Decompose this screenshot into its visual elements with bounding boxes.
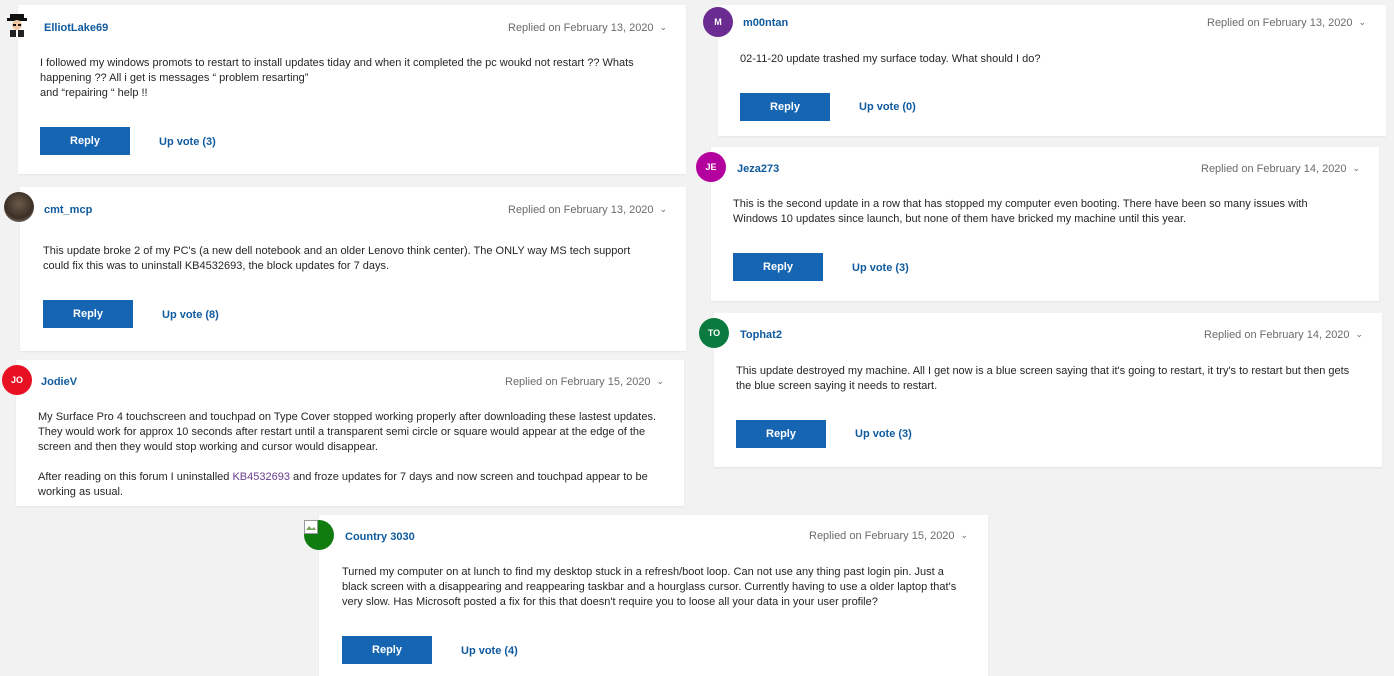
- reply-button[interactable]: Reply: [43, 300, 133, 328]
- post-body-line: 02-11-20 update trashed my surface today…: [740, 53, 1041, 65]
- avatar: M: [703, 7, 733, 37]
- avatar: [5, 12, 29, 38]
- avatar: [4, 192, 34, 222]
- username[interactable]: cmt_mcp: [44, 204, 92, 216]
- post-body: Turned my computer on at lunch to find m…: [342, 565, 970, 610]
- post-card-tophat2: TO Tophat2 Replied on February 14, 2020 ⌄…: [699, 313, 1382, 467]
- upvote-link[interactable]: Up vote (8): [162, 309, 219, 321]
- reply-button[interactable]: Reply: [736, 420, 826, 448]
- avatar: JE: [696, 152, 726, 182]
- chevron-down-icon: ⌄: [1352, 163, 1361, 173]
- replied-date-text: Replied on February 13, 2020: [508, 22, 654, 34]
- post-card-cmt-mcp: cmt_mcp Replied on February 13, 2020 ⌄ Th…: [4, 187, 686, 351]
- post-body: 02-11-20 update trashed my surface today…: [740, 52, 1360, 67]
- replied-date-text: Replied on February 13, 2020: [1207, 17, 1353, 29]
- post-body-line-2: After reading on this forum I uninstalle…: [38, 470, 658, 500]
- username[interactable]: ElliotLake69: [44, 22, 108, 34]
- replied-date-text: Replied on February 15, 2020: [809, 530, 955, 542]
- reply-button[interactable]: Reply: [733, 253, 823, 281]
- post-body: This is the second update in a row that …: [733, 197, 1353, 227]
- chevron-down-icon: ⌄: [659, 22, 668, 32]
- replied-date[interactable]: Replied on February 15, 2020 ⌄: [505, 376, 664, 388]
- post-card-country-3030: Country 3030 Replied on February 15, 202…: [304, 515, 988, 676]
- body-text-pre: After reading on this forum I uninstalle…: [38, 471, 233, 483]
- broken-image-icon: [304, 520, 318, 534]
- reply-button[interactable]: Reply: [342, 636, 432, 664]
- post-card-m00ntan: M m00ntan Replied on February 13, 2020 ⌄ …: [703, 5, 1386, 136]
- user-avatar-icon: [7, 14, 27, 37]
- replied-date-text: Replied on February 14, 2020: [1201, 163, 1347, 175]
- replied-date[interactable]: Replied on February 13, 2020 ⌄: [508, 204, 667, 216]
- post-body: I followed my windows promots to restart…: [40, 56, 670, 101]
- upvote-link[interactable]: Up vote (3): [159, 136, 216, 148]
- post-body-line: and “repairing “ help !!: [40, 87, 148, 99]
- post-body: My Surface Pro 4 touchscreen and touchpa…: [38, 410, 658, 500]
- post-body-line: This update destroyed my machine. All I …: [736, 365, 1350, 392]
- username[interactable]: JodieV: [41, 376, 77, 388]
- username[interactable]: m00ntan: [743, 17, 788, 29]
- post-body-line: I followed my windows promots to restart…: [40, 57, 634, 84]
- username[interactable]: Jeza273: [737, 163, 779, 175]
- replied-date-text: Replied on February 14, 2020: [1204, 329, 1350, 341]
- post-card-jeza273: JE Jeza273 Replied on February 14, 2020 ⌄…: [696, 147, 1379, 301]
- replied-date[interactable]: Replied on February 13, 2020 ⌄: [508, 22, 667, 34]
- upvote-link[interactable]: Up vote (3): [855, 428, 912, 440]
- reply-button[interactable]: Reply: [740, 93, 830, 121]
- post-body: This update destroyed my machine. All I …: [736, 364, 1356, 394]
- kb-link[interactable]: KB4532693: [232, 471, 290, 483]
- username[interactable]: Country 3030: [345, 531, 415, 543]
- avatar: JO: [2, 365, 32, 395]
- upvote-link[interactable]: Up vote (3): [852, 262, 909, 274]
- reply-button[interactable]: Reply: [40, 127, 130, 155]
- post-body-line: Turned my computer on at lunch to find m…: [342, 566, 957, 608]
- chevron-down-icon: ⌄: [960, 530, 969, 540]
- replied-date[interactable]: Replied on February 14, 2020 ⌄: [1204, 329, 1363, 341]
- post-body-line: This update broke 2 of my PC's (a new de…: [43, 245, 631, 272]
- post-body: This update broke 2 of my PC's (a new de…: [43, 244, 651, 274]
- replied-date[interactable]: Replied on February 15, 2020 ⌄: [809, 530, 968, 542]
- replied-date-text: Replied on February 15, 2020: [505, 376, 651, 388]
- post-body-line: This is the second update in a row that …: [733, 198, 1308, 225]
- chevron-down-icon: ⌄: [1355, 329, 1364, 339]
- post-card-jodiev: JO JodieV Replied on February 15, 2020 ⌄ …: [2, 360, 684, 506]
- post-card-elliotlake69: ElliotLake69 Replied on February 13, 202…: [7, 5, 686, 174]
- chevron-down-icon: ⌄: [659, 204, 668, 214]
- avatar: TO: [699, 318, 729, 348]
- upvote-link[interactable]: Up vote (0): [859, 101, 916, 113]
- replied-date[interactable]: Replied on February 13, 2020 ⌄: [1207, 17, 1366, 29]
- replied-date-text: Replied on February 13, 2020: [508, 204, 654, 216]
- upvote-link[interactable]: Up vote (4): [461, 645, 518, 657]
- chevron-down-icon: ⌄: [656, 376, 665, 386]
- post-body-line: My Surface Pro 4 touchscreen and touchpa…: [38, 411, 657, 453]
- chevron-down-icon: ⌄: [1358, 17, 1367, 27]
- avatar: [304, 520, 334, 550]
- replied-date[interactable]: Replied on February 14, 2020 ⌄: [1201, 163, 1360, 175]
- username[interactable]: Tophat2: [740, 329, 782, 341]
